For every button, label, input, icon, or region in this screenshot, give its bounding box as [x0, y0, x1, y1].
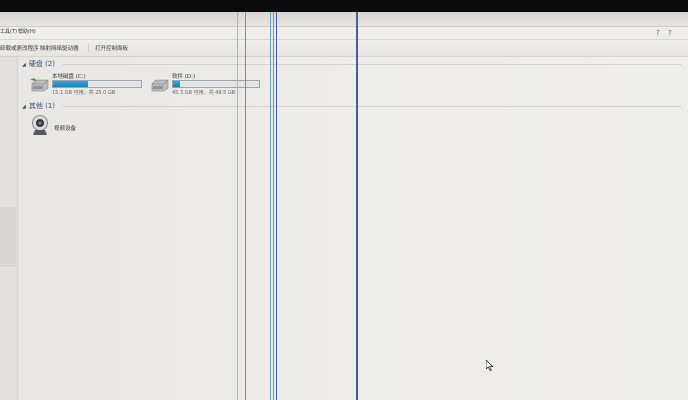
- uninstall-program-button[interactable]: 卸载或更改程序: [0, 44, 39, 52]
- display-glitch-line: [270, 12, 271, 400]
- window-control-button[interactable]: ?: [668, 29, 672, 37]
- navigation-selected-item[interactable]: [0, 207, 16, 267]
- toolbar-divider: [34, 44, 35, 52]
- group-title: 硬盘 (2): [28, 60, 55, 68]
- group-other[interactable]: ◢ 其他 (1): [22, 101, 55, 111]
- group-divider: [62, 64, 682, 65]
- drive-usage-fill: [53, 81, 88, 87]
- menu-help[interactable]: 帮助(H): [18, 28, 36, 35]
- hard-drive-icon: [151, 79, 169, 92]
- open-control-panel-button[interactable]: 打开控制面板: [95, 44, 128, 52]
- group-divider: [62, 106, 682, 107]
- drive-space-info: 15.1 GB 可用，共 25.0 GB: [52, 90, 116, 96]
- display-glitch-line: [356, 12, 358, 400]
- collapse-triangle-icon[interactable]: ◢: [22, 104, 26, 110]
- map-network-drive-button[interactable]: 映射网络驱动器: [40, 44, 79, 52]
- toolbar-divider: [88, 44, 89, 52]
- webcam-icon[interactable]: [30, 114, 50, 136]
- mouse-cursor-icon: [486, 360, 494, 371]
- display-glitch-line: [276, 12, 277, 400]
- hard-drive-icon: [30, 78, 49, 92]
- drive-usage-fill: [173, 81, 180, 87]
- drive-space-info: 45.3 GB 可用，共 49.5 GB: [172, 90, 236, 96]
- drive-usage-bar: [172, 80, 260, 88]
- menu-tools[interactable]: 工具(T): [0, 28, 17, 35]
- drive-name: 软件 (D:): [172, 74, 196, 80]
- drive-usage-bar: [52, 80, 142, 88]
- display-glitch-line: [245, 12, 246, 400]
- display-glitch-line: [237, 12, 238, 400]
- drive-c[interactable]: 本地磁盘 (C:) 15.1 GB 可用，共 25.0 GB: [30, 72, 150, 100]
- display-glitch-line: [273, 12, 274, 400]
- drive-name: 本地磁盘 (C:): [52, 74, 86, 80]
- device-label[interactable]: 视频设备: [54, 124, 76, 132]
- navigation-pane[interactable]: [0, 57, 18, 400]
- group-title: 其他 (1): [28, 102, 55, 110]
- monitor-bezel: [0, 0, 688, 12]
- title-bar: [0, 12, 688, 27]
- computer-content-area: [18, 57, 688, 400]
- collapse-triangle-icon[interactable]: ◢: [22, 62, 26, 68]
- group-hard-disks[interactable]: ◢ 硬盘 (2): [22, 59, 55, 69]
- command-toolbar: 卸载或更改程序 映射网络驱动器 打开控制面板: [0, 40, 688, 57]
- menu-bar: 工具(T) 帮助(H) ? ?: [0, 27, 688, 40]
- drive-d[interactable]: 软件 (D:) 45.3 GB 可用，共 49.5 GB: [150, 72, 265, 100]
- help-button[interactable]: ?: [656, 29, 660, 37]
